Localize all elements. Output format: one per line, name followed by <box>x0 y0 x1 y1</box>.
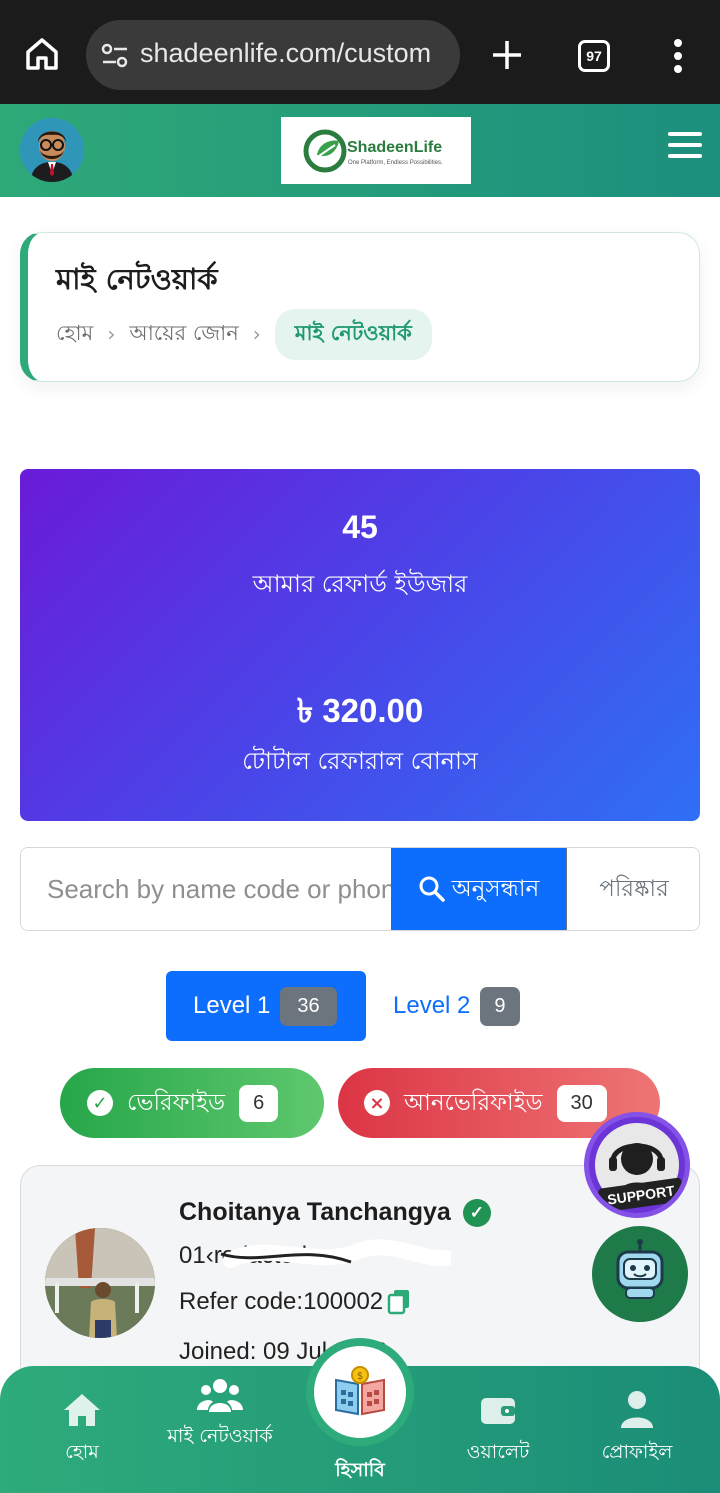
referred-user-label: আমার রেফার্ড ইউজার <box>252 570 468 598</box>
ledger-book-icon: $ <box>335 1366 385 1416</box>
clear-button[interactable]: পরিষ্কার <box>566 848 699 930</box>
robot-icon <box>616 1239 664 1299</box>
wallet-icon <box>481 1398 515 1424</box>
level-1-count-badge: 36 <box>280 986 337 1026</box>
accounts-fab-inner: $ <box>314 1346 406 1438</box>
accounts-fab[interactable]: $ <box>306 1338 414 1446</box>
brand-tagline: One Platform, Endless Possibilities. <box>348 160 443 166</box>
leaf-logo-icon <box>303 129 347 173</box>
tab-level-2[interactable]: Level 2 9 <box>376 971 546 1041</box>
menu-icon[interactable] <box>668 132 702 160</box>
search-input[interactable] <box>21 848 391 930</box>
nav-wallet[interactable]: ওয়ালেট <box>448 1366 548 1493</box>
level-2-count-badge: 9 <box>480 986 520 1026</box>
nav-my-network[interactable]: মাই নেটওয়ার্ক <box>150 1366 290 1493</box>
new-tab-icon[interactable] <box>490 38 524 72</box>
browser-toolbar: shadeenlife.com/custom 97 <box>0 0 720 104</box>
breadcrumb-home[interactable]: হোম <box>56 317 93 352</box>
tab-switcher-button[interactable]: 97 <box>578 40 610 72</box>
referral-stats-card: 45 আমার রেফার্ড ইউজার ৳ 320.00 টোটাল রেফ… <box>20 469 700 821</box>
home-icon[interactable] <box>22 34 62 74</box>
address-bar[interactable]: shadeenlife.com/custom <box>86 20 460 90</box>
unverified-label: আনভেরিফাইড <box>404 1089 543 1116</box>
breadcrumb-income-zone[interactable]: আয়ের জোন <box>129 317 238 352</box>
member-photo-image <box>45 1228 155 1338</box>
chevron-right-icon: › <box>107 322 116 346</box>
verified-check-icon: ✓ <box>462 1198 491 1227</box>
member-photo <box>45 1228 155 1338</box>
nav-home[interactable]: হোম <box>32 1366 132 1493</box>
member-name: Choitanya Tanchangya ✓ <box>179 1198 491 1227</box>
url-text[interactable]: shadeenlife.com/custom <box>140 38 452 69</box>
member-refer-code: Refer code:100002 <box>179 1288 411 1316</box>
chevron-right-icon: › <box>252 322 261 346</box>
nav-network-label: মাই নেটওয়ার্ক <box>167 1425 273 1447</box>
user-avatar[interactable] <box>20 118 84 182</box>
search-button-label: অনুসন্ধান <box>451 875 540 902</box>
tab-level-1[interactable]: Level 1 36 <box>166 971 366 1041</box>
verified-filter-button[interactable]: ✓ ভেরিফাইড 6 <box>60 1068 324 1138</box>
user-icon <box>621 1391 653 1428</box>
x-circle-icon: × <box>364 1090 390 1116</box>
home-icon <box>64 1394 100 1426</box>
search-button[interactable]: অনুসন্ধান <box>391 848 566 930</box>
search-icon <box>419 876 445 902</box>
referral-bonus-label: টোটাল রেফারাল বোনাস <box>242 747 478 775</box>
breadcrumb: হোম › আয়ের জোন › মাই নেটওয়ার্ক <box>56 308 432 360</box>
verified-label: ভেরিফাইড <box>127 1089 226 1116</box>
search-bar: অনুসন্ধান পরিষ্কার <box>20 847 700 931</box>
tab-level-2-label: Level 2 <box>393 992 471 1019</box>
redaction-scribble <box>220 1239 451 1268</box>
check-circle-icon: ✓ <box>87 1090 113 1116</box>
more-options-icon[interactable] <box>672 38 684 74</box>
svg-text:$: $ <box>357 1371 363 1382</box>
referral-bonus-amount: ৳ 320.00 <box>296 692 424 729</box>
site-settings-icon[interactable] <box>100 41 130 71</box>
nav-profile[interactable]: প্রোফাইল <box>587 1366 687 1493</box>
nav-home-label: হোম <box>65 1441 99 1463</box>
refer-code-text: Refer code:100002 <box>179 1288 384 1315</box>
support-button[interactable]: SUPPORT <box>584 1112 690 1218</box>
ai-assistant-button[interactable] <box>592 1226 688 1322</box>
accounts-label: হিসাবি <box>335 1459 385 1481</box>
member-name-text: Choitanya Tanchangya <box>179 1198 451 1226</box>
referred-user-count: 45 <box>342 509 378 545</box>
tab-level-1-label: Level 1 <box>193 992 271 1019</box>
page-header-card: মাই নেটওয়ার্ক হোম › আয়ের জোন › মাই নেট… <box>20 232 700 382</box>
nav-wallet-label: ওয়ালেট <box>466 1441 530 1463</box>
page-title: মাই নেটওয়ার্ক <box>56 262 218 296</box>
brand-logo[interactable]: ShadeenLife One Platform, Endless Possib… <box>281 117 471 184</box>
app-header: ShadeenLife One Platform, Endless Possib… <box>0 104 720 197</box>
brand-name: ShadeenLife <box>347 139 443 156</box>
nav-profile-label: প্রোফাইল <box>601 1441 673 1463</box>
copy-icon[interactable] <box>387 1289 411 1315</box>
breadcrumb-current: মাই নেটওয়ার্ক <box>274 308 432 360</box>
avatar-illustration <box>20 118 84 182</box>
users-icon <box>197 1379 243 1412</box>
verified-count: 6 <box>239 1084 279 1122</box>
unverified-count: 30 <box>556 1084 607 1122</box>
